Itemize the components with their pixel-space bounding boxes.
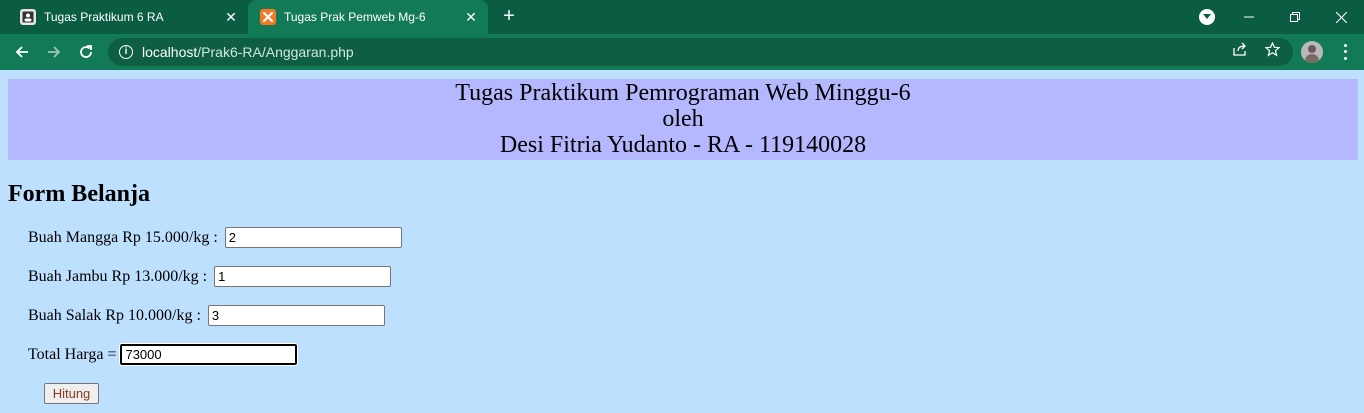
- tab-title: Tugas Praktikum 6 RA: [44, 10, 164, 24]
- person-box-icon: [20, 9, 36, 25]
- jambu-quantity-input[interactable]: [214, 266, 392, 287]
- mangga-quantity-input[interactable]: [224, 227, 402, 248]
- field-row-total: Total Harga =: [28, 343, 299, 366]
- reload-icon[interactable]: [74, 40, 98, 64]
- share-icon[interactable]: [1232, 41, 1248, 57]
- browser-toolbar: i localhost /Prak6-RA/Anggaran.php: [0, 34, 1364, 70]
- close-icon[interactable]: ✕: [462, 8, 480, 26]
- close-window-icon[interactable]: [1318, 0, 1364, 34]
- page-header-banner: Tugas Praktikum Pemrograman Web Minggu-6…: [8, 79, 1358, 160]
- info-icon[interactable]: i: [119, 45, 133, 59]
- form-title: Form Belanja: [8, 181, 150, 207]
- header-author: Desi Fitria Yudanto - RA - 119140028: [499, 132, 867, 158]
- url-host: localhost: [142, 44, 198, 60]
- mangga-label: Buah Mangga Rp 15.000/kg :: [28, 228, 222, 246]
- tab-search-icon[interactable]: [1199, 9, 1215, 25]
- total-price-field[interactable]: [119, 343, 299, 366]
- header-title: Tugas Praktikum Pemrograman Web Minggu-6: [455, 80, 911, 106]
- field-row-mangga: Buah Mangga Rp 15.000/kg :: [28, 227, 402, 248]
- tab-title: Tugas Prak Pemweb Mg-6: [284, 10, 426, 24]
- hitung-button[interactable]: Hitung: [44, 383, 99, 404]
- profile-avatar[interactable]: [1301, 41, 1323, 63]
- new-tab-button[interactable]: +: [498, 6, 520, 28]
- restore-icon[interactable]: [1272, 0, 1318, 34]
- back-arrow-icon[interactable]: [10, 40, 34, 64]
- close-icon[interactable]: ✕: [222, 8, 240, 26]
- tab-strip: Tugas Praktikum 6 RA ✕ Tugas Prak Pemweb…: [0, 0, 1364, 34]
- bookmark-star-icon[interactable]: [1264, 41, 1280, 57]
- tab-praktikum[interactable]: Tugas Praktikum 6 RA ✕: [8, 0, 248, 34]
- salak-label: Buah Salak Rp 10.000/kg :: [28, 306, 205, 324]
- field-row-salak: Buah Salak Rp 10.000/kg :: [28, 305, 385, 326]
- more-menu-icon[interactable]: [1337, 42, 1353, 62]
- xampp-icon: [260, 9, 276, 25]
- minimize-icon[interactable]: [1226, 0, 1272, 34]
- total-label: Total Harga =: [28, 345, 121, 363]
- jambu-label: Buah Jambu Rp 13.000/kg :: [28, 267, 212, 285]
- forward-arrow-icon[interactable]: [42, 40, 66, 64]
- tab-pemweb[interactable]: Tugas Prak Pemweb Mg-6 ✕: [248, 0, 488, 34]
- field-row-jambu: Buah Jambu Rp 13.000/kg :: [28, 266, 392, 287]
- salak-quantity-input[interactable]: [207, 305, 385, 326]
- url-path: /Prak6-RA/Anggaran.php: [197, 44, 354, 60]
- address-bar[interactable]: i localhost /Prak6-RA/Anggaran.php: [108, 38, 1293, 66]
- header-by: oleh: [662, 106, 704, 132]
